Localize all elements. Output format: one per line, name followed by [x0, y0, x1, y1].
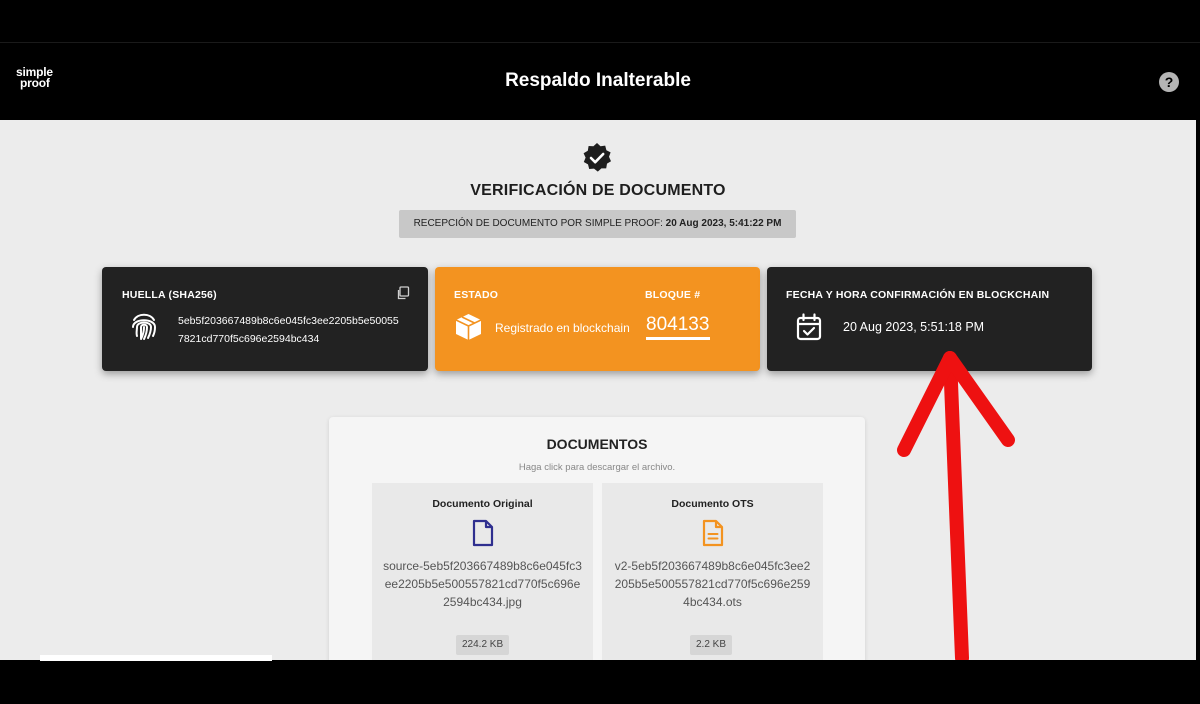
file-text-icon: [702, 519, 724, 547]
document-original-filename: source-5eb5f203667489b8c6e045fc3ee2205b5…: [383, 559, 582, 609]
bottom-bar-fragment: [40, 655, 272, 661]
fingerprint-icon: [132, 313, 157, 340]
cube-icon: [455, 314, 482, 340]
status-label: ESTADO: [454, 289, 499, 301]
file-icon: [472, 519, 494, 547]
hash-label: HUELLA (SHA256): [122, 289, 217, 301]
app-title: Respaldo Inalterable: [505, 70, 691, 91]
copy-icon[interactable]: [396, 286, 410, 300]
confirmation-label: FECHA Y HORA CONFIRMACIÓN EN BLOCKCHAIN: [786, 289, 1050, 301]
app-header: simple proof Respaldo Inalterable ?: [0, 42, 1200, 120]
hash-value: 5eb5f203667489b8c6e045fc3ee2205b5e500557…: [178, 315, 399, 345]
document-original-card[interactable]: Documento Original source-5eb5f203667489…: [372, 483, 593, 683]
document-ots-name: Documento OTS: [671, 498, 754, 510]
help-button[interactable]: ?: [1159, 72, 1179, 92]
verified-badge-icon: [583, 143, 611, 172]
reception-label: RECEPCIÓN DE DOCUMENTO POR SIMPLE PROOF:: [413, 218, 663, 229]
document-original-name: Documento Original: [432, 498, 533, 510]
block-label: BLOQUE #: [645, 289, 701, 301]
block-number-link[interactable]: 804133: [646, 314, 710, 340]
documents-panel: DOCUMENTOS Haga click para descargar el …: [329, 417, 865, 683]
top-black-band: [0, 0, 1200, 42]
calendar-check-icon: [796, 313, 822, 341]
status-value: Registrado en blockchain: [495, 321, 630, 335]
document-ots-card[interactable]: Documento OTS v2-5eb5f203667489b8c6e045f…: [602, 483, 823, 683]
bottom-black-band: [0, 660, 1200, 704]
document-ots-size: 2.2 KB: [690, 635, 733, 655]
status-card: ESTADO BLOQUE # Registrado en blockchain…: [435, 267, 760, 371]
document-ots-filename: v2-5eb5f203667489b8c6e045fc3ee2205b5e500…: [614, 559, 811, 609]
confirmation-value: 20 Aug 2023, 5:51:18 PM: [843, 320, 985, 334]
confirmation-card: FECHA Y HORA CONFIRMACIÓN EN BLOCKCHAIN …: [767, 267, 1092, 371]
right-edge-strip: [1196, 120, 1200, 660]
hash-card: HUELLA (SHA256) 5eb5f203667489b8c6e045fc…: [102, 267, 428, 371]
document-original-size: 224.2 KB: [456, 635, 510, 655]
verification-title: VERIFICACIÓN DE DOCUMENTO: [470, 182, 726, 199]
documents-title: DOCUMENTOS: [546, 436, 648, 452]
documents-hint: Haga click para descargar el archivo.: [518, 462, 676, 473]
reception-date: 20 Aug 2023, 5:41:22 PM: [665, 218, 782, 229]
reception-badge: RECEPCIÓN DE DOCUMENTO POR SIMPLE PROOF:…: [399, 210, 796, 238]
